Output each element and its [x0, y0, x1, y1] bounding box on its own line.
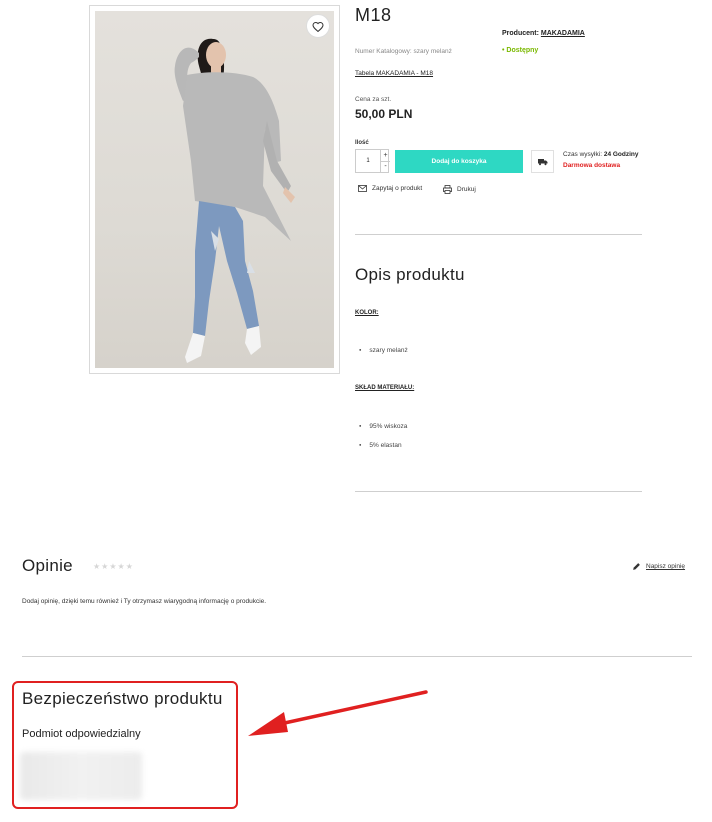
model-illustration: [174, 38, 295, 363]
quantity-stepper: 1 + -: [355, 149, 390, 173]
quantity-decrease-button[interactable]: -: [380, 161, 390, 172]
print-link[interactable]: Drukuj: [443, 185, 476, 194]
envelope-icon: [358, 185, 367, 192]
quantity-label: Ilość: [355, 140, 369, 146]
reviews-title: Opinie: [22, 556, 73, 575]
price-value: 50,00 PLN: [355, 107, 413, 121]
shipping-time: Czas wysyłki: 24 Godziny: [563, 151, 639, 158]
write-review-label: Napisz opinię: [646, 563, 686, 570]
rating-stars: ★★★★★: [93, 562, 134, 571]
divider: [355, 234, 642, 235]
pencil-icon: [633, 563, 640, 570]
responsible-entity-label: Podmiot odpowiedzialny: [22, 728, 141, 740]
producer-link[interactable]: MAKADAMIA: [541, 30, 585, 37]
price-label: Cena za szt.: [355, 96, 392, 103]
shipping-time-value: 24 Godziny: [603, 151, 639, 158]
list-item: szary melanż: [359, 347, 407, 354]
description-title: Opis produktu: [355, 265, 465, 284]
material-heading: SKŁAD MATERIAŁU:: [355, 385, 415, 391]
producer-label: Producent:: [502, 30, 539, 37]
producer: Producent: MAKADAMIA: [502, 30, 585, 37]
arrow-icon: [248, 690, 428, 736]
divider: [355, 491, 642, 492]
ask-about-product-link[interactable]: Zapytaj o produkt: [358, 185, 422, 192]
free-shipping-label: Darmowa dostawa: [563, 162, 621, 169]
shipping-icon-box: [531, 150, 554, 173]
availability-status: • Dostępny: [502, 47, 539, 54]
ask-about-product-label: Zapytaj o produkt: [372, 185, 423, 192]
product-safety-title: Bezpieczeństwo produktu: [22, 689, 223, 708]
heart-icon: [312, 21, 324, 32]
list-item: 5% elastan: [359, 442, 401, 449]
product-image-frame[interactable]: [89, 5, 340, 374]
product-title: M18: [355, 5, 392, 25]
product-photo[interactable]: [95, 11, 334, 368]
redacted-content: [20, 752, 142, 800]
list-item: 95% wiskoza: [359, 423, 407, 430]
size-table-link[interactable]: Tabela MAKADAMIA - M18: [355, 70, 433, 77]
color-heading: KOLOR:: [355, 310, 379, 316]
divider: [22, 656, 692, 657]
reviews-empty-text: Dodaj opinię, dzięki temu również i Ty o…: [22, 598, 267, 605]
wishlist-button[interactable]: [306, 14, 330, 38]
printer-icon: [443, 185, 452, 194]
print-label: Drukuj: [457, 186, 476, 193]
quantity-input[interactable]: 1: [356, 150, 380, 172]
catalog-number: Numer Katalogowy: szary melanż: [355, 48, 452, 55]
add-to-cart-button[interactable]: Dodaj do koszyka: [395, 150, 523, 173]
shipping-time-label: Czas wysyłki:: [563, 151, 603, 158]
truck-icon: [537, 158, 547, 165]
write-review-link[interactable]: Napisz opinię: [632, 562, 685, 571]
